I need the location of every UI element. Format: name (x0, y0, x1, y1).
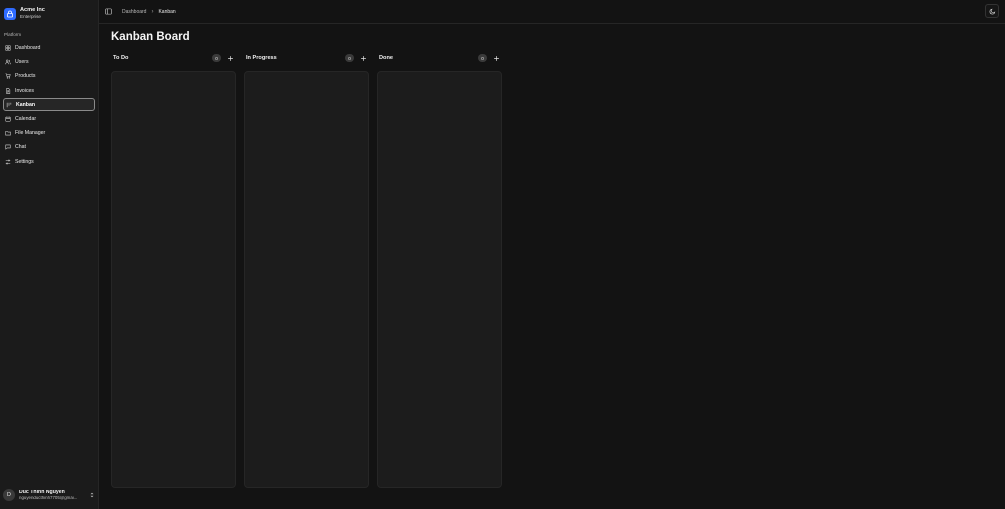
sidebar-item-label: Invoices (15, 87, 35, 94)
sidebar: Acme Inc Enterprise Platform Dashboard U… (0, 0, 99, 509)
folder-icon (5, 130, 11, 136)
main-content: Dashboard › Kanban Kanban Board To Do 0 (99, 0, 1005, 509)
plus-icon (228, 55, 233, 61)
chat-icon (5, 144, 11, 150)
chevron-right-icon: › (151, 8, 154, 15)
dashboard-icon (5, 45, 11, 51)
avatar: D (3, 489, 15, 501)
column-title: Done (379, 55, 393, 61)
theme-toggle-button[interactable] (985, 4, 999, 18)
add-card-button[interactable] (493, 55, 500, 62)
nav-section-label: Platform (4, 32, 22, 37)
brand-switcher[interactable]: Acme Inc Enterprise (0, 0, 98, 22)
sidebar-item-settings[interactable]: Settings (3, 155, 95, 168)
sidebar-item-dashboard[interactable]: Dashboard (3, 42, 95, 55)
sidebar-item-label: Settings (15, 158, 34, 165)
sidebar-item-calendar[interactable]: Calendar (3, 113, 95, 126)
sidebar-toggle-icon[interactable] (105, 8, 112, 15)
sidebar-item-label: Users (15, 59, 29, 66)
kanban-icon (6, 102, 12, 108)
column-dropzone[interactable] (377, 71, 502, 488)
sidebar-item-users[interactable]: Users (3, 56, 95, 69)
kanban-column-todo: To Do 0 (111, 51, 236, 488)
brand-logo-icon (4, 7, 16, 20)
sidebar-item-label: File Manager (15, 130, 46, 137)
cart-icon (5, 73, 11, 79)
add-card-button[interactable] (360, 55, 367, 62)
kanban-column-in-progress: In Progress 0 (244, 51, 369, 488)
column-dropzone[interactable] (244, 71, 369, 488)
column-count-badge: 0 (478, 54, 487, 62)
invoice-icon (5, 87, 11, 94)
column-header: Done 0 (377, 51, 502, 65)
topbar: Dashboard › Kanban (99, 0, 1005, 24)
sidebar-item-label: Dashboard (15, 45, 41, 52)
sidebar-item-label: Calendar (15, 116, 37, 123)
column-dropzone[interactable] (111, 71, 236, 488)
sidebar-item-kanban[interactable]: Kanban (3, 98, 95, 112)
users-icon (5, 59, 11, 65)
breadcrumb-dashboard-link[interactable]: Dashboard (122, 9, 146, 15)
sidebar-item-file-manager[interactable]: File Manager (3, 127, 95, 140)
column-header: To Do 0 (111, 51, 236, 65)
page-title: Kanban Board (111, 31, 190, 43)
plus-icon (361, 55, 366, 61)
plus-icon (494, 55, 499, 61)
column-count-badge: 0 (212, 54, 221, 62)
kanban-column-done: Done 0 (377, 51, 502, 488)
sidebar-item-products[interactable]: Products (3, 70, 95, 83)
column-count-badge: 0 (345, 54, 354, 62)
user-menu[interactable]: D Duc Thinh Nguyen nguyenducthinh7705@gm… (3, 487, 95, 503)
brand-plan: Enterprise (20, 13, 41, 19)
sidebar-item-label: Kanban (16, 101, 36, 108)
add-card-button[interactable] (227, 55, 234, 62)
sidebar-item-label: Products (15, 73, 36, 80)
column-title: To Do (113, 55, 129, 61)
column-header: In Progress 0 (244, 51, 369, 65)
moon-icon (989, 8, 995, 14)
breadcrumb: Dashboard › Kanban (122, 9, 176, 15)
settings-icon (5, 159, 11, 165)
user-name: Duc Thinh Nguyen (19, 489, 65, 495)
sidebar-item-chat[interactable]: Chat (3, 141, 95, 154)
kanban-board: To Do 0 In Progress 0 Done 0 (111, 51, 502, 488)
app-root: Acme Inc Enterprise Platform Dashboard U… (0, 0, 1005, 509)
calendar-icon (5, 116, 11, 122)
chevron-up-down-icon (90, 492, 94, 498)
user-email: nguyenducthinh7705@gmai... (19, 495, 78, 500)
sidebar-item-invoices[interactable]: Invoices (3, 84, 95, 97)
sidebar-item-label: Chat (15, 144, 26, 151)
column-title: In Progress (246, 55, 277, 61)
breadcrumb-current: Kanban (158, 8, 176, 15)
sidebar-nav: Dashboard Users Products Invoices Kanban… (0, 41, 98, 169)
brand-name: Acme Inc (20, 6, 45, 13)
